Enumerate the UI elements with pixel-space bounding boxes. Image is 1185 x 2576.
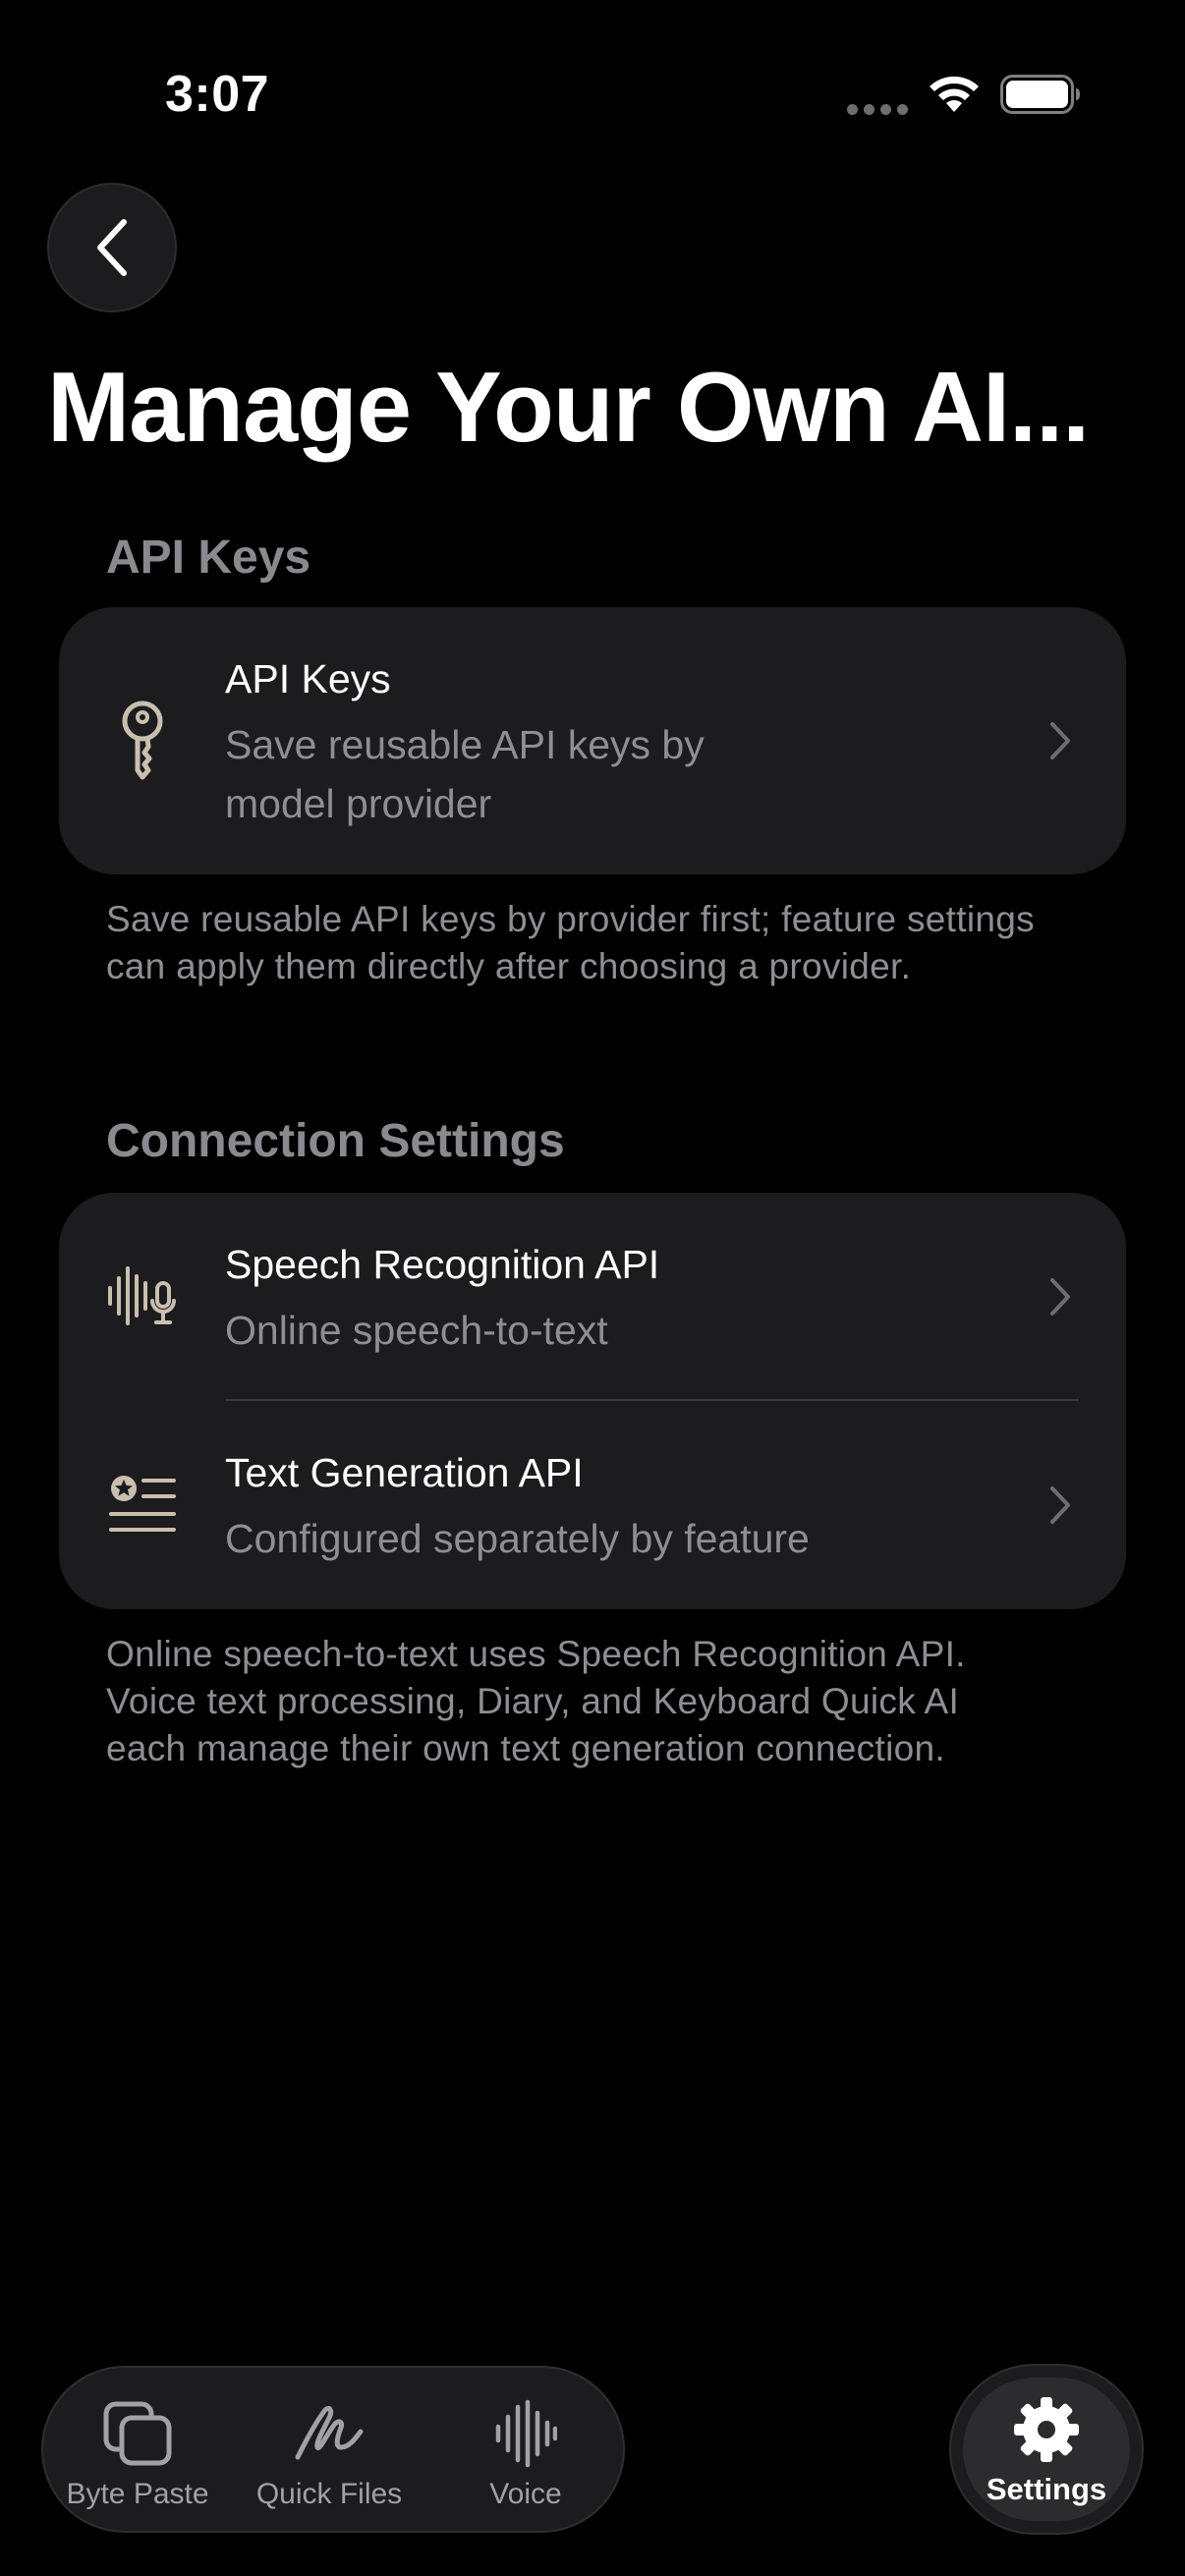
tab-byte-paste[interactable]: Byte Paste (57, 2368, 218, 2535)
tab-label: Quick Files (255, 2478, 403, 2510)
section-header-api-keys: API Keys (106, 532, 311, 584)
row-subtitle: Configured separately by feature (225, 1516, 810, 1561)
back-button[interactable] (47, 183, 177, 312)
api-keys-card: API Keys Save reusable API keys by model… (59, 607, 1126, 874)
api-keys-footnote: Save reusable API keys by provider first… (106, 899, 1035, 986)
connection-settings-footnote: Online speech-to-text uses Speech Recogn… (106, 1634, 966, 1768)
wifi-icon (930, 76, 979, 112)
gear-icon (1012, 2393, 1081, 2466)
page-title: Manage Your Own AI... (47, 353, 1090, 463)
row-title: API Keys (225, 656, 391, 701)
tab-voice[interactable]: Voice (462, 2368, 590, 2535)
status-time: 3:07 (165, 66, 270, 123)
key-icon (106, 697, 179, 785)
chevron-right-icon (1050, 1278, 1070, 1316)
api-keys-row[interactable]: API Keys Save reusable API keys by model… (59, 607, 1126, 874)
tab-label: Byte Paste (66, 2478, 209, 2510)
row-subtitle-line1: Save reusable API keys by (225, 722, 705, 767)
row-title: Text Generation API (225, 1450, 584, 1495)
row-title: Speech Recognition API (225, 1242, 660, 1287)
battery-icon (1000, 75, 1080, 114)
text-generation-api-row[interactable]: Text Generation API Configured separatel… (59, 1401, 1126, 1609)
status-bar: 3:07 (0, 0, 1185, 187)
tab-settings[interactable]: Settings (949, 2364, 1144, 2535)
waveform-mic-icon (106, 1252, 179, 1340)
tab-label: Settings (986, 2472, 1107, 2506)
cellular-signal-icon (847, 104, 908, 115)
tab-label: Voice (489, 2478, 562, 2510)
row-subtitle-line2: model provider (225, 781, 492, 826)
chevron-right-icon (1050, 1486, 1070, 1524)
tab-quick-files[interactable]: Quick Files (246, 2368, 413, 2535)
connection-settings-card: Speech Recognition API Online speech-to-… (59, 1193, 1126, 1609)
chevron-left-icon (97, 219, 127, 276)
text-badge-star-icon (106, 1462, 179, 1550)
speech-recognition-api-row[interactable]: Speech Recognition API Online speech-to-… (59, 1193, 1126, 1400)
row-subtitle: Online speech-to-text (225, 1308, 608, 1353)
section-header-connection-settings: Connection Settings (106, 1115, 565, 1167)
scribble-icon (294, 2397, 365, 2470)
tab-bar: Byte Paste Quick Files Voice (41, 2366, 625, 2533)
chevron-right-icon (1050, 722, 1070, 759)
copy-icon (102, 2397, 173, 2470)
waveform-icon (494, 2397, 557, 2470)
